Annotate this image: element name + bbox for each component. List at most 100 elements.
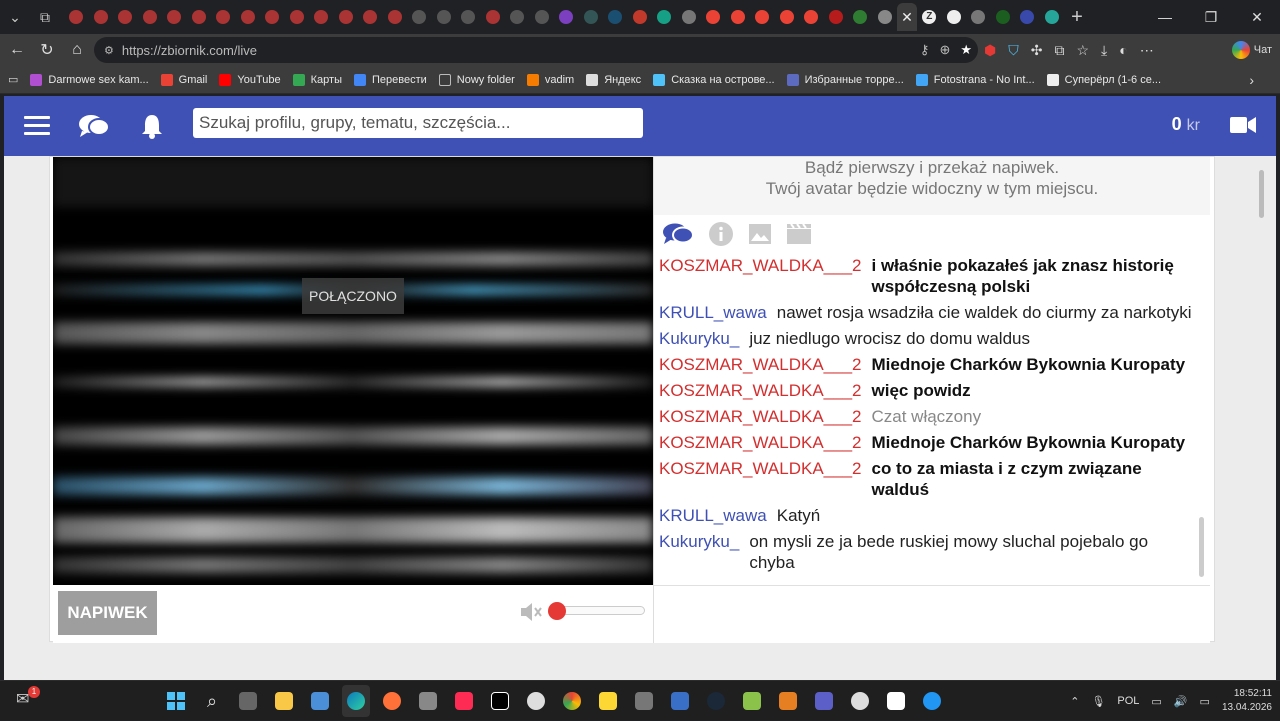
back-icon[interactable]: ← (2, 35, 32, 65)
browser-tab[interactable] (677, 3, 702, 31)
browser-tab[interactable] (64, 3, 89, 31)
bookmark-item[interactable]: YouTube (219, 66, 281, 94)
tip-button[interactable]: NAPIWEK (58, 591, 157, 635)
start-windows-icon[interactable] (162, 685, 190, 717)
task-view-icon[interactable] (234, 685, 262, 717)
firefox-icon[interactable] (378, 685, 406, 717)
url-text[interactable]: https://zbiornik.com/live (122, 43, 257, 58)
tab-icon[interactable]: ▭ (8, 73, 18, 86)
chat-tab-videos-icon[interactable] (786, 223, 812, 245)
messages-chat-icon[interactable] (78, 110, 110, 142)
extensions-puzzle-icon[interactable]: ✣ (1031, 42, 1043, 59)
chat-username[interactable]: KOSZMAR_WALDKA___2 (659, 458, 862, 500)
bookmark-item[interactable]: Darmowe sex kam... (30, 66, 149, 94)
browser-tab[interactable] (113, 3, 138, 31)
zoom-icon[interactable]: ⊕ (939, 42, 950, 58)
app-icon[interactable] (306, 685, 334, 717)
app-icon[interactable] (774, 685, 802, 717)
app-icon[interactable] (738, 685, 766, 717)
bookmark-item[interactable]: Яндекс (586, 66, 641, 94)
volume-icon[interactable]: 🔊 (1174, 695, 1188, 708)
bookmark-item[interactable]: Сказка на острове... (653, 66, 775, 94)
browser-tab[interactable] (285, 3, 310, 31)
address-bar[interactable]: ⚙ https://zbiornik.com/live ⚷ ⊕ ★ (94, 37, 978, 63)
chat-tab-messages-icon[interactable] (662, 222, 694, 246)
browser-tab[interactable] (187, 3, 212, 31)
more-menu-icon[interactable]: ⋯ (1140, 42, 1154, 59)
close-icon[interactable]: ✕ (1234, 0, 1280, 34)
chat-username[interactable]: Kukuryku_ (659, 328, 739, 349)
browser-tab[interactable] (775, 3, 800, 31)
site-info-icon[interactable]: ⚙ (104, 44, 114, 57)
reload-icon[interactable]: ↻ (32, 35, 62, 65)
browser-tab[interactable] (89, 3, 114, 31)
tab-actions-chevron-icon[interactable]: ⌄ (0, 2, 30, 32)
tray-overflow-chevron-icon[interactable]: ⌃ (1070, 695, 1079, 708)
battery-icon[interactable]: ▭ (1200, 695, 1210, 708)
app-icon[interactable] (666, 685, 694, 717)
split-screen-icon[interactable]: ⧉ (1054, 42, 1064, 59)
browser-tab[interactable] (211, 3, 236, 31)
steam-icon[interactable] (702, 685, 730, 717)
menu-hamburger-icon[interactable] (24, 116, 50, 136)
chat-username[interactable]: KOSZMAR_WALDKA___2 (659, 380, 862, 401)
adblock-icon[interactable]: ⬢ (984, 42, 996, 59)
chat-username[interactable]: KRULL_wawa (659, 302, 767, 323)
vpn-shield-icon[interactable]: ⛉ (1008, 42, 1019, 59)
microphone-icon[interactable]: 🎙 (1091, 695, 1105, 708)
app-icon[interactable] (486, 685, 514, 717)
browser-tab[interactable] (579, 3, 604, 31)
chat-username[interactable]: KOSZMAR_WALDKA___2 (659, 354, 862, 375)
edge-browser-icon[interactable] (342, 685, 370, 717)
volume-muted-icon[interactable] (519, 601, 543, 628)
browser-tab[interactable] (162, 3, 187, 31)
browser-tab[interactable] (309, 3, 334, 31)
workspaces-icon[interactable]: ⧉ (30, 2, 60, 32)
browser-tab[interactable] (750, 3, 775, 31)
search-icon[interactable]: ⌕ (198, 685, 226, 717)
browser-tab[interactable] (554, 3, 579, 31)
browser-tab[interactable] (652, 3, 677, 31)
app-icon[interactable] (414, 685, 442, 717)
favorites-icon[interactable]: ☆ (1076, 42, 1089, 59)
bookmark-item[interactable]: Избранные торре... (786, 66, 904, 94)
browser-tab[interactable] (966, 3, 991, 31)
browser-tab[interactable] (456, 3, 481, 31)
chrome-icon[interactable] (558, 685, 586, 717)
favorite-star-icon[interactable]: ★ (960, 42, 972, 58)
browser-tab[interactable] (432, 3, 457, 31)
bookmark-item[interactable]: vadim (526, 66, 574, 94)
browser-tab[interactable] (530, 3, 555, 31)
app-icon[interactable] (594, 685, 622, 717)
browser-tab-active[interactable]: Z (917, 3, 942, 31)
browser-tab[interactable] (407, 3, 432, 31)
video-player[interactable]: POŁĄCZONO (53, 157, 653, 585)
input-language[interactable]: POL (1117, 695, 1139, 707)
browser-tab[interactable] (799, 3, 824, 31)
browser-tab[interactable] (1040, 3, 1065, 31)
live-camera-icon[interactable] (1230, 116, 1256, 139)
browser-tab[interactable] (942, 3, 967, 31)
browser-tab[interactable] (358, 3, 383, 31)
chat-tab-images-icon[interactable] (748, 223, 772, 245)
app-icon[interactable] (630, 685, 658, 717)
volume-slider[interactable] (548, 602, 645, 620)
chat-username[interactable]: KOSZMAR_WALDKA___2 (659, 432, 862, 453)
chat-username[interactable]: KOSZMAR_WALDKA___2 (659, 255, 862, 297)
browser-tab[interactable] (848, 3, 873, 31)
browser-tab[interactable] (628, 3, 653, 31)
browser-tab[interactable] (873, 3, 898, 31)
chat-tab-info-icon[interactable] (708, 221, 734, 247)
browser-tab[interactable] (481, 3, 506, 31)
browser-tab[interactable] (383, 3, 408, 31)
tab-close-icon[interactable]: ✕ (897, 3, 917, 31)
browser-tab[interactable] (334, 3, 359, 31)
bookmark-item[interactable]: Gmail (160, 66, 207, 94)
browser-tab[interactable] (824, 3, 849, 31)
chat-input-area[interactable] (654, 585, 1210, 643)
new-tab-button[interactable]: + (1064, 6, 1090, 29)
clock[interactable]: 18:52:11 13.04.2026 (1222, 687, 1272, 715)
key-icon[interactable]: ⚷ (920, 42, 930, 58)
maximize-icon[interactable]: ❐ (1188, 0, 1234, 34)
app-icon[interactable] (846, 685, 874, 717)
